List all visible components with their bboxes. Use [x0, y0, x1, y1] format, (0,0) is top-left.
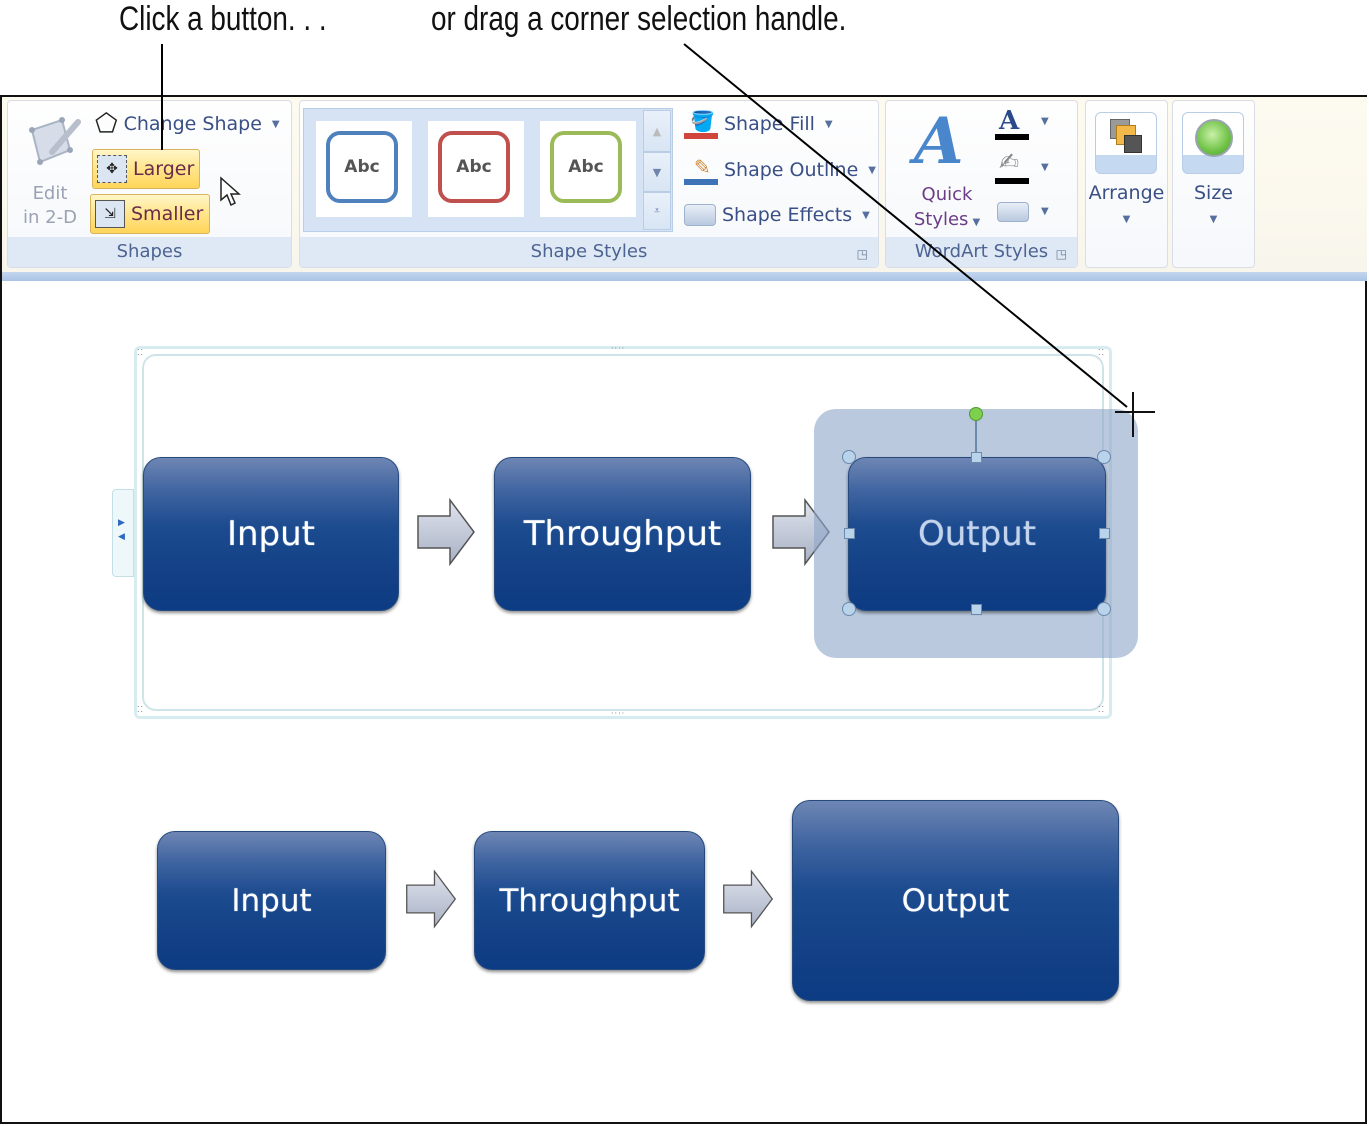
- style-thumb-text: Abc: [550, 131, 622, 203]
- shape-fill-label: Shape Fill: [724, 113, 815, 135]
- ribbon-bottom-border: [2, 272, 1367, 281]
- frame-handle-dots[interactable]: ⁚⁚: [1098, 349, 1105, 357]
- arrange-button[interactable]: Arrange ▼: [1085, 100, 1168, 268]
- corner-handle-bottom-left[interactable]: [842, 602, 856, 616]
- gallery-scroll-up[interactable]: ▲: [643, 110, 671, 152]
- flow-arrow-icon: [723, 869, 774, 929]
- caption-click-button: Click a button. . .: [119, 0, 327, 38]
- chevron-down-icon: ▼: [1209, 214, 1218, 225]
- shape-effects-icon: [684, 204, 716, 226]
- quick-styles-label-2: Styles: [913, 209, 969, 230]
- side-handle-bottom[interactable]: [971, 604, 982, 615]
- dialog-launcher-icon[interactable]: ◳: [857, 247, 868, 261]
- edit-2d-icon: [29, 117, 81, 165]
- expand-arrows-icon: ▶ ◀: [118, 518, 125, 542]
- shape-fill-button[interactable]: 🪣 Shape Fill ▼: [684, 108, 833, 140]
- text-fill-button[interactable]: A ▼: [995, 106, 1053, 142]
- smaller-button[interactable]: ⇲ Smaller: [90, 194, 210, 234]
- text-fill-icon: A: [999, 106, 1020, 136]
- quick-styles-button[interactable]: A Quick Styles ▼: [906, 104, 988, 234]
- shape-effects-label: Shape Effects: [722, 204, 853, 226]
- quick-styles-label-1: Quick: [921, 184, 973, 205]
- style-thumb-text: Abc: [438, 131, 510, 203]
- box-label: Output: [901, 882, 1010, 919]
- result-box-output-enlarged: Output: [792, 800, 1119, 1001]
- box-label: Throughput: [523, 514, 722, 554]
- chevron-down-icon: ▼: [862, 209, 870, 221]
- box-label: Output: [917, 514, 1037, 554]
- chevron-down-icon: ▼: [271, 118, 280, 130]
- text-effects-icon: [997, 202, 1029, 222]
- change-shape-button[interactable]: ⬠ Change Shape ▼: [95, 108, 280, 140]
- shape-outline-label: Shape Outline: [724, 159, 859, 181]
- edit-2d-label-2: in 2-D: [23, 207, 77, 228]
- frame-handle-dots[interactable]: ····: [611, 710, 625, 718]
- result-box-throughput: Throughput: [474, 831, 705, 970]
- larger-label: Larger: [133, 158, 195, 180]
- frame-handle-dots[interactable]: ····: [611, 345, 625, 353]
- edit-2d-label-1: Edit: [32, 183, 68, 204]
- larger-icon: ✥: [97, 155, 127, 183]
- rotation-handle[interactable]: [969, 407, 983, 421]
- chevron-down-icon: ▼: [1041, 116, 1049, 127]
- box-label: Input: [231, 882, 312, 919]
- shapes-group-label: Shapes: [8, 237, 291, 267]
- side-handle-top[interactable]: [971, 452, 982, 463]
- chevron-down-icon: ▼: [1041, 206, 1049, 217]
- side-handle-left[interactable]: [844, 528, 855, 539]
- smartart-box-input[interactable]: Input: [143, 457, 399, 611]
- frame-handle-dots[interactable]: ⁚⁚: [137, 706, 144, 714]
- caption-drag-handle: or drag a corner selection handle.: [431, 0, 847, 38]
- result-box-input: Input: [157, 831, 386, 970]
- flow-arrow-icon: [417, 498, 475, 566]
- style-thumb-text: Abc: [326, 131, 398, 203]
- chevron-down-icon: ▼: [824, 118, 833, 130]
- side-handle-right[interactable]: [1099, 528, 1110, 539]
- corner-handle-bottom-right[interactable]: [1097, 602, 1111, 616]
- frame-handle-dots[interactable]: ⁚⁚: [1098, 706, 1105, 714]
- frame-handle-dots[interactable]: ⁚⁚: [137, 349, 144, 357]
- smaller-label: Smaller: [131, 203, 204, 225]
- gallery-scroll-down[interactable]: ▼: [643, 152, 671, 192]
- style-thumb-green[interactable]: Abc: [540, 121, 636, 217]
- change-shape-icon: ⬠: [95, 109, 118, 139]
- smaller-icon: ⇲: [95, 200, 125, 228]
- corner-handle-top-left[interactable]: [842, 450, 856, 464]
- chevron-down-icon: ▼: [1122, 214, 1131, 225]
- text-pane-toggle[interactable]: ▶ ◀: [112, 489, 134, 577]
- mouse-pointer-icon: [220, 176, 241, 207]
- shape-effects-button[interactable]: Shape Effects ▼: [684, 199, 870, 231]
- larger-button[interactable]: ✥ Larger: [92, 149, 200, 189]
- style-thumb-blue[interactable]: Abc: [316, 121, 412, 217]
- shape-outline-button[interactable]: ✎ Shape Outline ▼: [684, 154, 876, 186]
- text-outline-icon: ✍: [999, 148, 1020, 176]
- smartart-box-output-selected[interactable]: Output: [848, 457, 1106, 611]
- style-thumb-red[interactable]: Abc: [428, 121, 524, 217]
- edit-in-2d-button[interactable]: Edit in 2-D: [14, 108, 86, 236]
- smartart-box-throughput[interactable]: Throughput: [494, 457, 751, 611]
- chevron-down-icon: ▼: [972, 217, 981, 228]
- paint-bucket-icon: 🪣: [684, 109, 718, 139]
- box-label: Input: [226, 514, 316, 554]
- flow-arrow-icon: [406, 869, 457, 929]
- dialog-launcher-icon[interactable]: ◳: [1056, 247, 1067, 261]
- text-outline-button[interactable]: ✍ ▼: [995, 148, 1053, 186]
- corner-handle-top-right[interactable]: [1097, 450, 1111, 464]
- text-effects-button[interactable]: ▼: [997, 200, 1055, 226]
- wordart-a-icon: A: [914, 104, 964, 179]
- gallery-expand[interactable]: ⩡: [643, 192, 671, 230]
- change-shape-label: Change Shape: [123, 113, 262, 135]
- arrange-icon: [1095, 112, 1157, 174]
- chevron-down-icon: ▼: [1041, 162, 1049, 173]
- size-button[interactable]: Size ▼: [1172, 100, 1255, 268]
- shape-style-gallery: Abc Abc Abc: [303, 108, 673, 232]
- wordart-group-label: WordArt Styles: [886, 237, 1077, 267]
- box-label: Throughput: [499, 882, 680, 919]
- pencil-outline-icon: ✎: [684, 155, 718, 185]
- size-icon: [1182, 112, 1244, 174]
- arrange-label: Arrange: [1088, 182, 1165, 204]
- chevron-down-icon: ▼: [868, 164, 876, 176]
- shape-styles-group-label: Shape Styles: [300, 237, 878, 267]
- size-label: Size: [1193, 182, 1233, 204]
